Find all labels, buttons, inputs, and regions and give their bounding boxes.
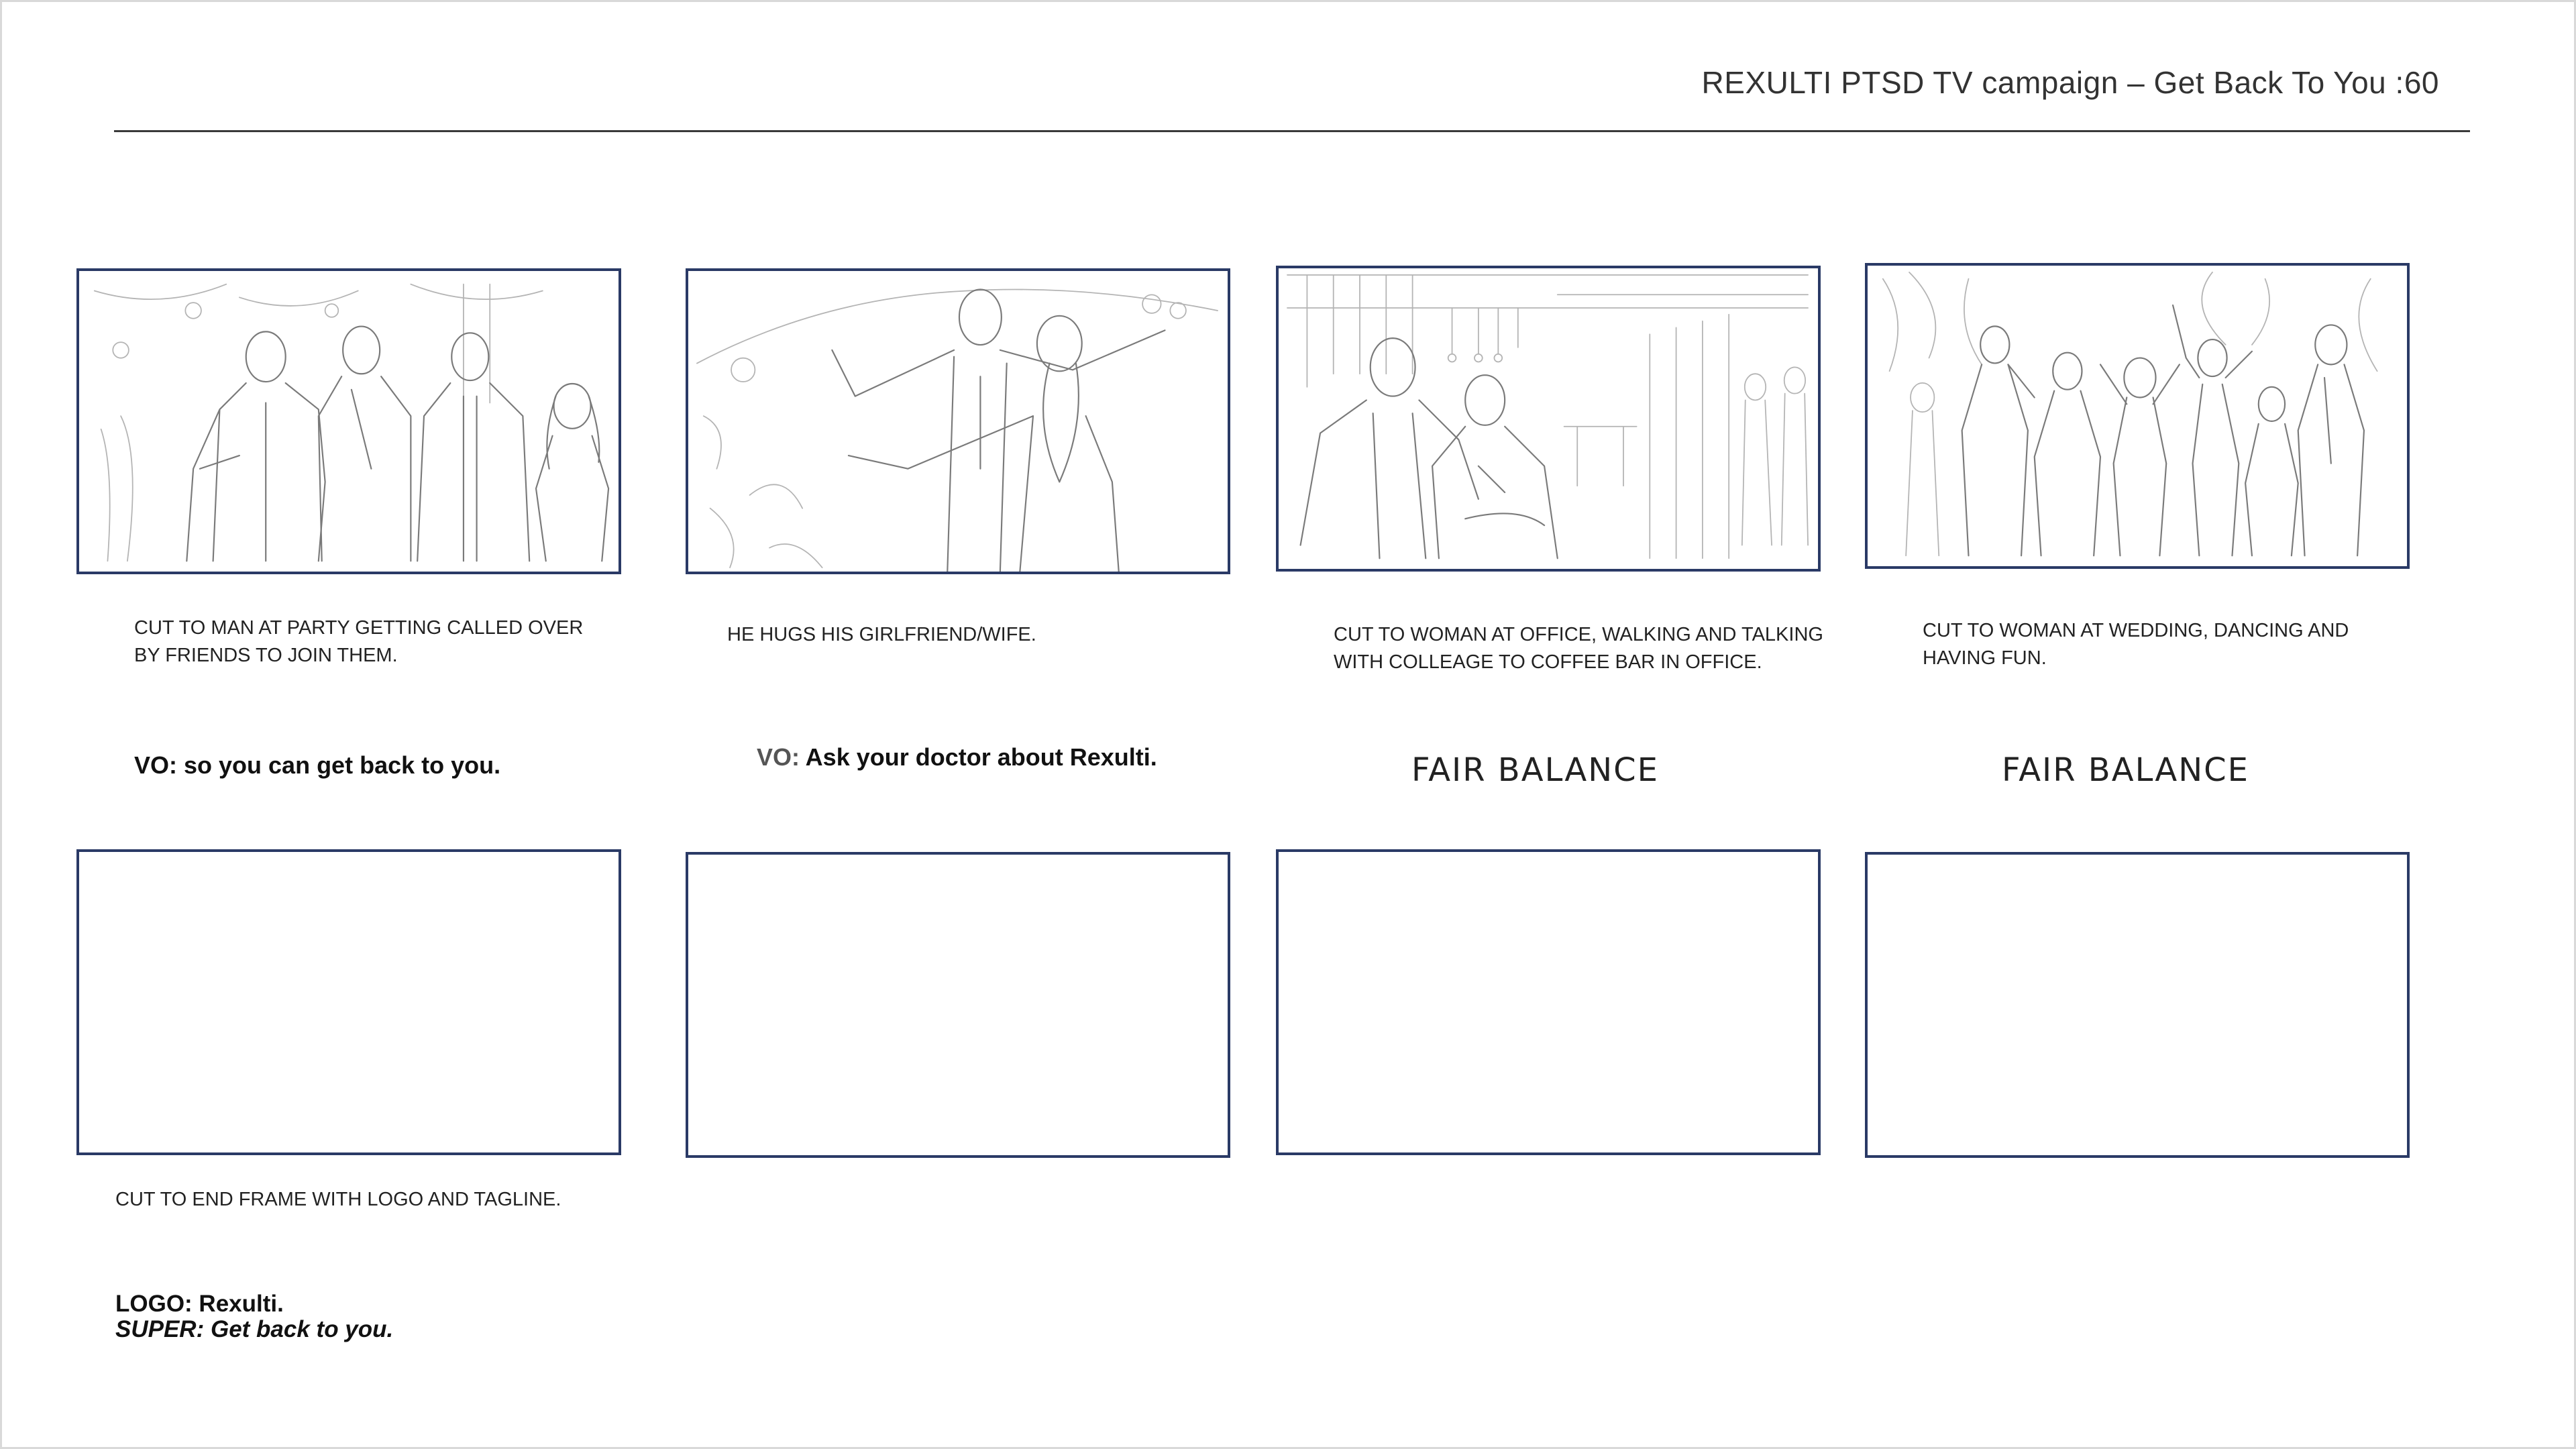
storyboard-frame-1 — [76, 268, 621, 574]
panel-2-voiceover: VO: Ask your doctor about Rexulti. — [757, 743, 1157, 771]
panel-1-description: CUT TO MAN AT PARTY GETTING CALLED OVER … — [134, 617, 584, 666]
panel-4-description: CUT TO WOMAN AT WEDDING, DANCING AND HAV… — [1923, 620, 2349, 669]
vo-label: VO: — [134, 751, 178, 779]
panel-2-description: HE HUGS HIS GIRLFRIEND/WIFE. — [727, 624, 1036, 645]
panel-1-voiceover: VO: so you can get back to you. — [134, 751, 500, 780]
storyboard-frame-5 — [76, 849, 621, 1155]
page-border — [0, 0, 2576, 1449]
page-title: REXULTI PTSD TV campaign – Get Back To Y… — [1701, 65, 2439, 100]
storyboard-frame-2 — [686, 268, 1230, 574]
panel-4-fair-balance: FAIR BALANCE — [2002, 751, 2249, 789]
vo-text: so you can get back to you. — [177, 751, 501, 779]
hug-sketch — [696, 288, 1218, 572]
end-frame-description: CUT TO END FRAME WITH LOGO AND TAGLINE. — [115, 1189, 561, 1210]
panel-3-description: CUT TO WOMAN AT OFFICE, WALKING AND TALK… — [1334, 624, 1823, 673]
storyboard-frame-4 — [1865, 263, 2410, 569]
storyboard-frame-7 — [1276, 849, 1821, 1155]
storyboard-frame-6 — [686, 852, 1230, 1158]
panel-3-fair-balance: FAIR BALANCE — [1411, 751, 1659, 789]
vo-label: VO: — [757, 743, 800, 771]
header-divider — [114, 130, 2470, 132]
storyboard-frame-3 — [1276, 266, 1821, 572]
wedding-dancing-sketch — [1882, 271, 2378, 557]
logo-line: LOGO: Rexulti. — [115, 1291, 284, 1317]
office-coffee-bar-sketch — [1287, 274, 1809, 559]
vo-text: Ask your doctor about Rexulti. — [800, 743, 1157, 771]
super-line: SUPER: Get back to you. — [115, 1316, 394, 1342]
storyboard-frame-8 — [1865, 852, 2410, 1158]
party-friends-sketch — [93, 283, 610, 562]
